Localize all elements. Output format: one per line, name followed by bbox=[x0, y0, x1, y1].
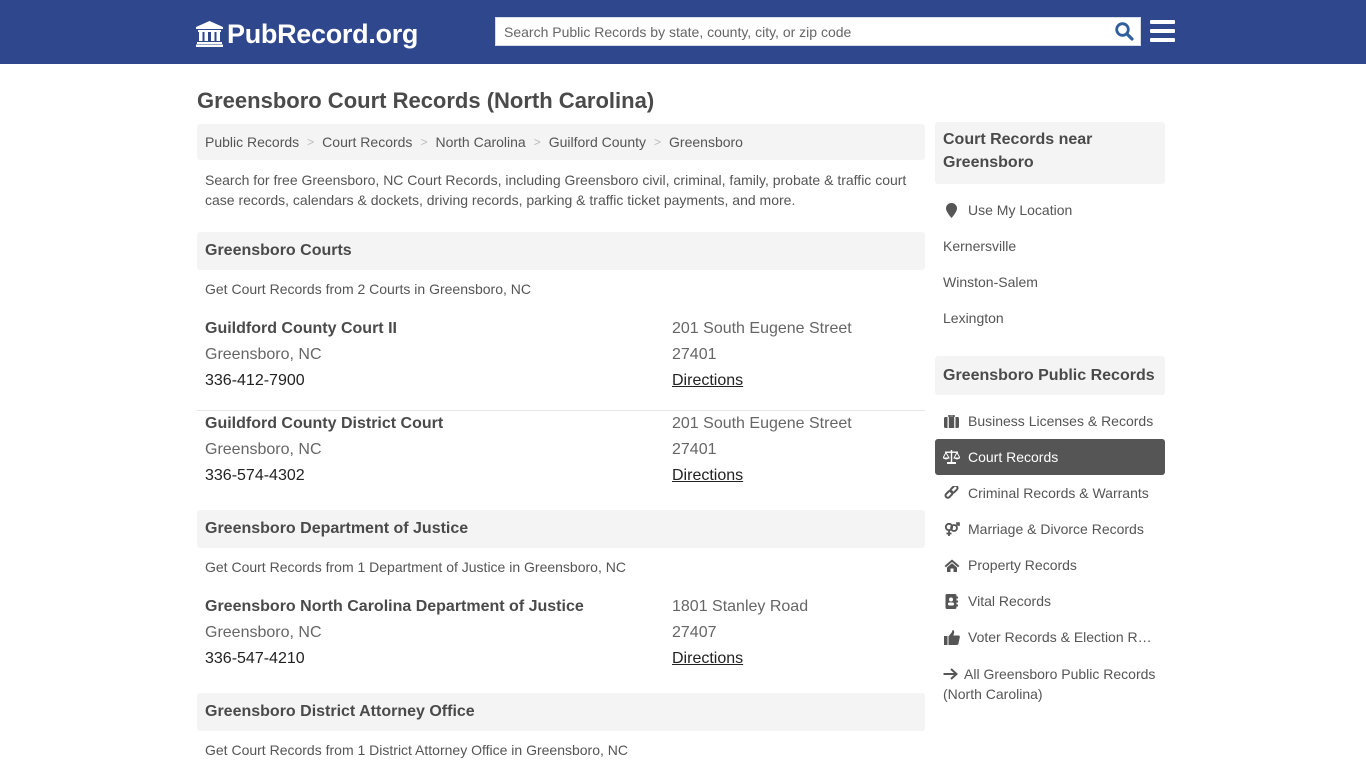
search-button[interactable] bbox=[1108, 18, 1140, 45]
link-icon bbox=[943, 485, 960, 501]
court-city: Greensboro, NC bbox=[205, 624, 322, 641]
court-name: Greensboro North Carolina Department of … bbox=[205, 598, 584, 615]
breadcrumb-greensboro[interactable]: Greensboro bbox=[669, 134, 743, 150]
court-listing: Greensboro North Carolina Department of … bbox=[197, 594, 925, 689]
sidebar-item-label: Criminal Records & Warrants bbox=[968, 485, 1149, 501]
sidebar-item-business-licenses[interactable]: Business Licenses & Records bbox=[935, 403, 1165, 439]
breadcrumb: Public Records > Court Records > North C… bbox=[197, 124, 925, 160]
sidebar-item-label: Business Licenses & Records bbox=[968, 413, 1154, 429]
use-my-location-label: Use My Location bbox=[968, 202, 1073, 218]
site-logo[interactable]: PubRecord.org bbox=[196, 18, 418, 50]
court-city: Greensboro, NC bbox=[205, 441, 322, 458]
sidebar-item-marriage-divorce[interactable]: Marriage & Divorce Records bbox=[935, 511, 1165, 547]
court-phone[interactable]: 336-547-4210 bbox=[205, 646, 584, 672]
nearby-city-link[interactable]: Lexington bbox=[935, 300, 1165, 336]
breadcrumb-guilford-county[interactable]: Guilford County bbox=[549, 134, 646, 150]
nearby-city-label: Kernersville bbox=[943, 238, 1017, 254]
court-address: 201 South Eugene Street bbox=[672, 320, 852, 337]
sidebar-item-label: Vital Records bbox=[968, 593, 1052, 609]
sidebar-item-voter-records[interactable]: Voter Records & Election Records bbox=[935, 619, 1165, 655]
sidebar-item-court-records[interactable]: Court Records bbox=[935, 439, 1165, 475]
court-address: 1801 Stanley Road bbox=[672, 598, 809, 615]
logo-text: PubRecord.org bbox=[227, 18, 419, 49]
court-zip: 27401 bbox=[672, 346, 717, 363]
menu-bar-icon bbox=[1150, 38, 1175, 42]
search-input[interactable] bbox=[496, 18, 1108, 45]
court-phone[interactable]: 336-412-7900 bbox=[205, 368, 397, 394]
court-address: 201 South Eugene Street bbox=[672, 415, 852, 432]
breadcrumb-separator: > bbox=[307, 135, 315, 149]
breadcrumb-separator: > bbox=[654, 135, 662, 149]
sidebar-item-label: Marriage & Divorce Records bbox=[968, 521, 1144, 537]
courthouse-icon bbox=[196, 21, 223, 47]
sidebar-item-label: Property Records bbox=[968, 557, 1077, 573]
directions-link[interactable]: Directions bbox=[672, 463, 852, 489]
sidebar-item-label: Voter Records & Election Records bbox=[968, 629, 1153, 645]
breadcrumb-north-carolina[interactable]: North Carolina bbox=[435, 134, 525, 150]
section-subtitle: Get Court Records from 1 District Attorn… bbox=[205, 742, 629, 758]
intro-text: Search for free Greensboro, NC Court Rec… bbox=[205, 172, 907, 208]
nearby-city-link[interactable]: Winston-Salem bbox=[935, 264, 1165, 300]
directions-link[interactable]: Directions bbox=[672, 368, 852, 394]
hamburger-menu-button[interactable] bbox=[1150, 20, 1175, 42]
court-phone[interactable]: 336-574-4302 bbox=[205, 463, 443, 489]
menu-bar-icon bbox=[1150, 20, 1175, 24]
scales-icon bbox=[943, 449, 960, 465]
briefcase-icon bbox=[943, 413, 960, 429]
nearby-city-label: Lexington bbox=[943, 310, 1004, 326]
nearby-city-label: Winston-Salem bbox=[943, 274, 1038, 290]
court-zip: 27401 bbox=[672, 441, 717, 458]
court-listing: Guildford County District Court Greensbo… bbox=[197, 411, 925, 506]
court-name: Guildford County District Court bbox=[205, 415, 444, 432]
breadcrumb-separator: > bbox=[533, 135, 541, 149]
sidebar-item-property-records[interactable]: Property Records bbox=[935, 547, 1165, 583]
section-heading-courts: Greensboro Courts bbox=[197, 232, 925, 270]
sidebar-heading-nearby: Court Records near Greensboro bbox=[935, 122, 1165, 184]
arrow-right-icon bbox=[943, 668, 958, 680]
page-title: Greensboro Court Records (North Carolina… bbox=[197, 88, 655, 113]
nearby-city-link[interactable]: Kernersville bbox=[935, 228, 1165, 264]
section-subtitle: Get Court Records from 2 Courts in Green… bbox=[205, 281, 532, 297]
map-marker-icon bbox=[943, 202, 960, 218]
sidebar-item-label: Court Records bbox=[968, 449, 1059, 465]
sidebar-heading-public-records: Greensboro Public Records bbox=[935, 356, 1165, 395]
breadcrumb-court-records[interactable]: Court Records bbox=[322, 134, 412, 150]
all-public-records-label: All Greensboro Public Records (North Car… bbox=[943, 666, 1156, 702]
address-book-icon bbox=[943, 593, 960, 609]
directions-link[interactable]: Directions bbox=[672, 646, 808, 672]
court-city: Greensboro, NC bbox=[205, 346, 322, 363]
all-public-records-link[interactable]: All Greensboro Public Records (North Car… bbox=[943, 664, 1158, 704]
search-bar bbox=[495, 17, 1141, 46]
section-heading-district-attorney: Greensboro District Attorney Office bbox=[197, 693, 925, 731]
sidebar-item-criminal-records[interactable]: Criminal Records & Warrants bbox=[935, 475, 1165, 511]
section-subtitle: Get Court Records from 1 Department of J… bbox=[205, 559, 626, 575]
court-listing: Guildford County Court II Greensboro, NC… bbox=[197, 316, 925, 411]
section-heading-department-of-justice: Greensboro Department of Justice bbox=[197, 510, 925, 548]
top-navbar: PubRecord.org bbox=[0, 0, 1366, 64]
use-my-location-link[interactable]: Use My Location bbox=[935, 192, 1165, 228]
menu-bar-icon bbox=[1150, 29, 1175, 33]
breadcrumb-separator: > bbox=[420, 135, 428, 149]
sidebar-item-vital-records[interactable]: Vital Records bbox=[935, 583, 1165, 619]
thumbs-up-icon bbox=[943, 629, 960, 645]
home-icon bbox=[943, 557, 960, 573]
gender-icon bbox=[943, 521, 960, 537]
court-zip: 27407 bbox=[672, 624, 717, 641]
court-name: Guildford County Court II bbox=[205, 320, 397, 337]
search-icon bbox=[1114, 22, 1134, 41]
breadcrumb-public-records[interactable]: Public Records bbox=[205, 134, 299, 150]
